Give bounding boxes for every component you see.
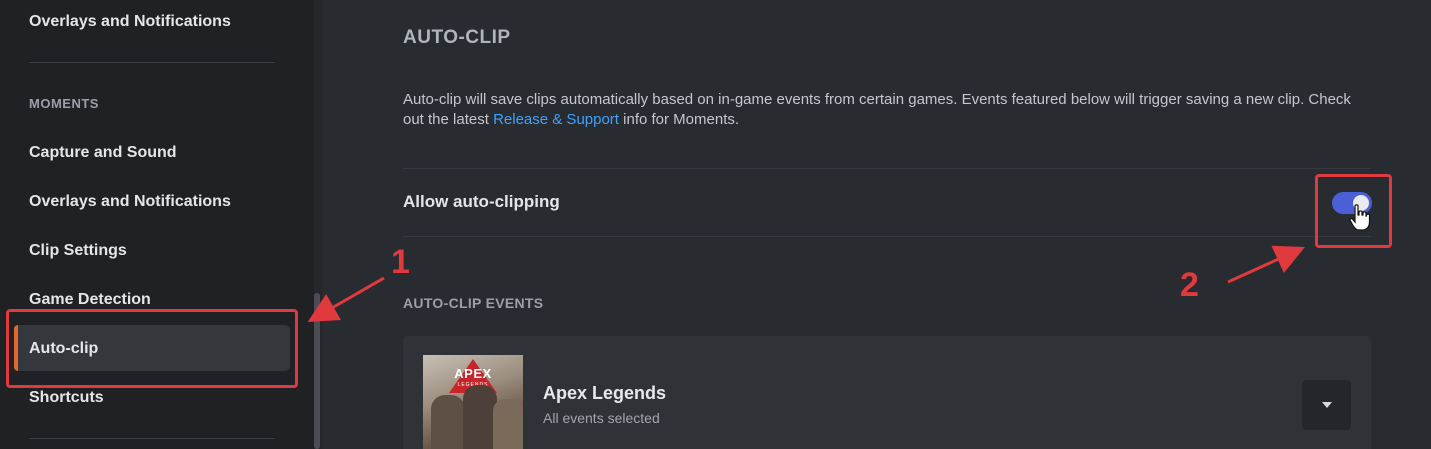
annotation-arrow-2 [1227, 245, 1305, 284]
annotation-arrow-1 [307, 276, 385, 322]
annotation-arrows [307, 245, 1305, 322]
annotation-number-2: 2 [1180, 266, 1199, 304]
annotation-number-1: 1 [391, 243, 410, 281]
